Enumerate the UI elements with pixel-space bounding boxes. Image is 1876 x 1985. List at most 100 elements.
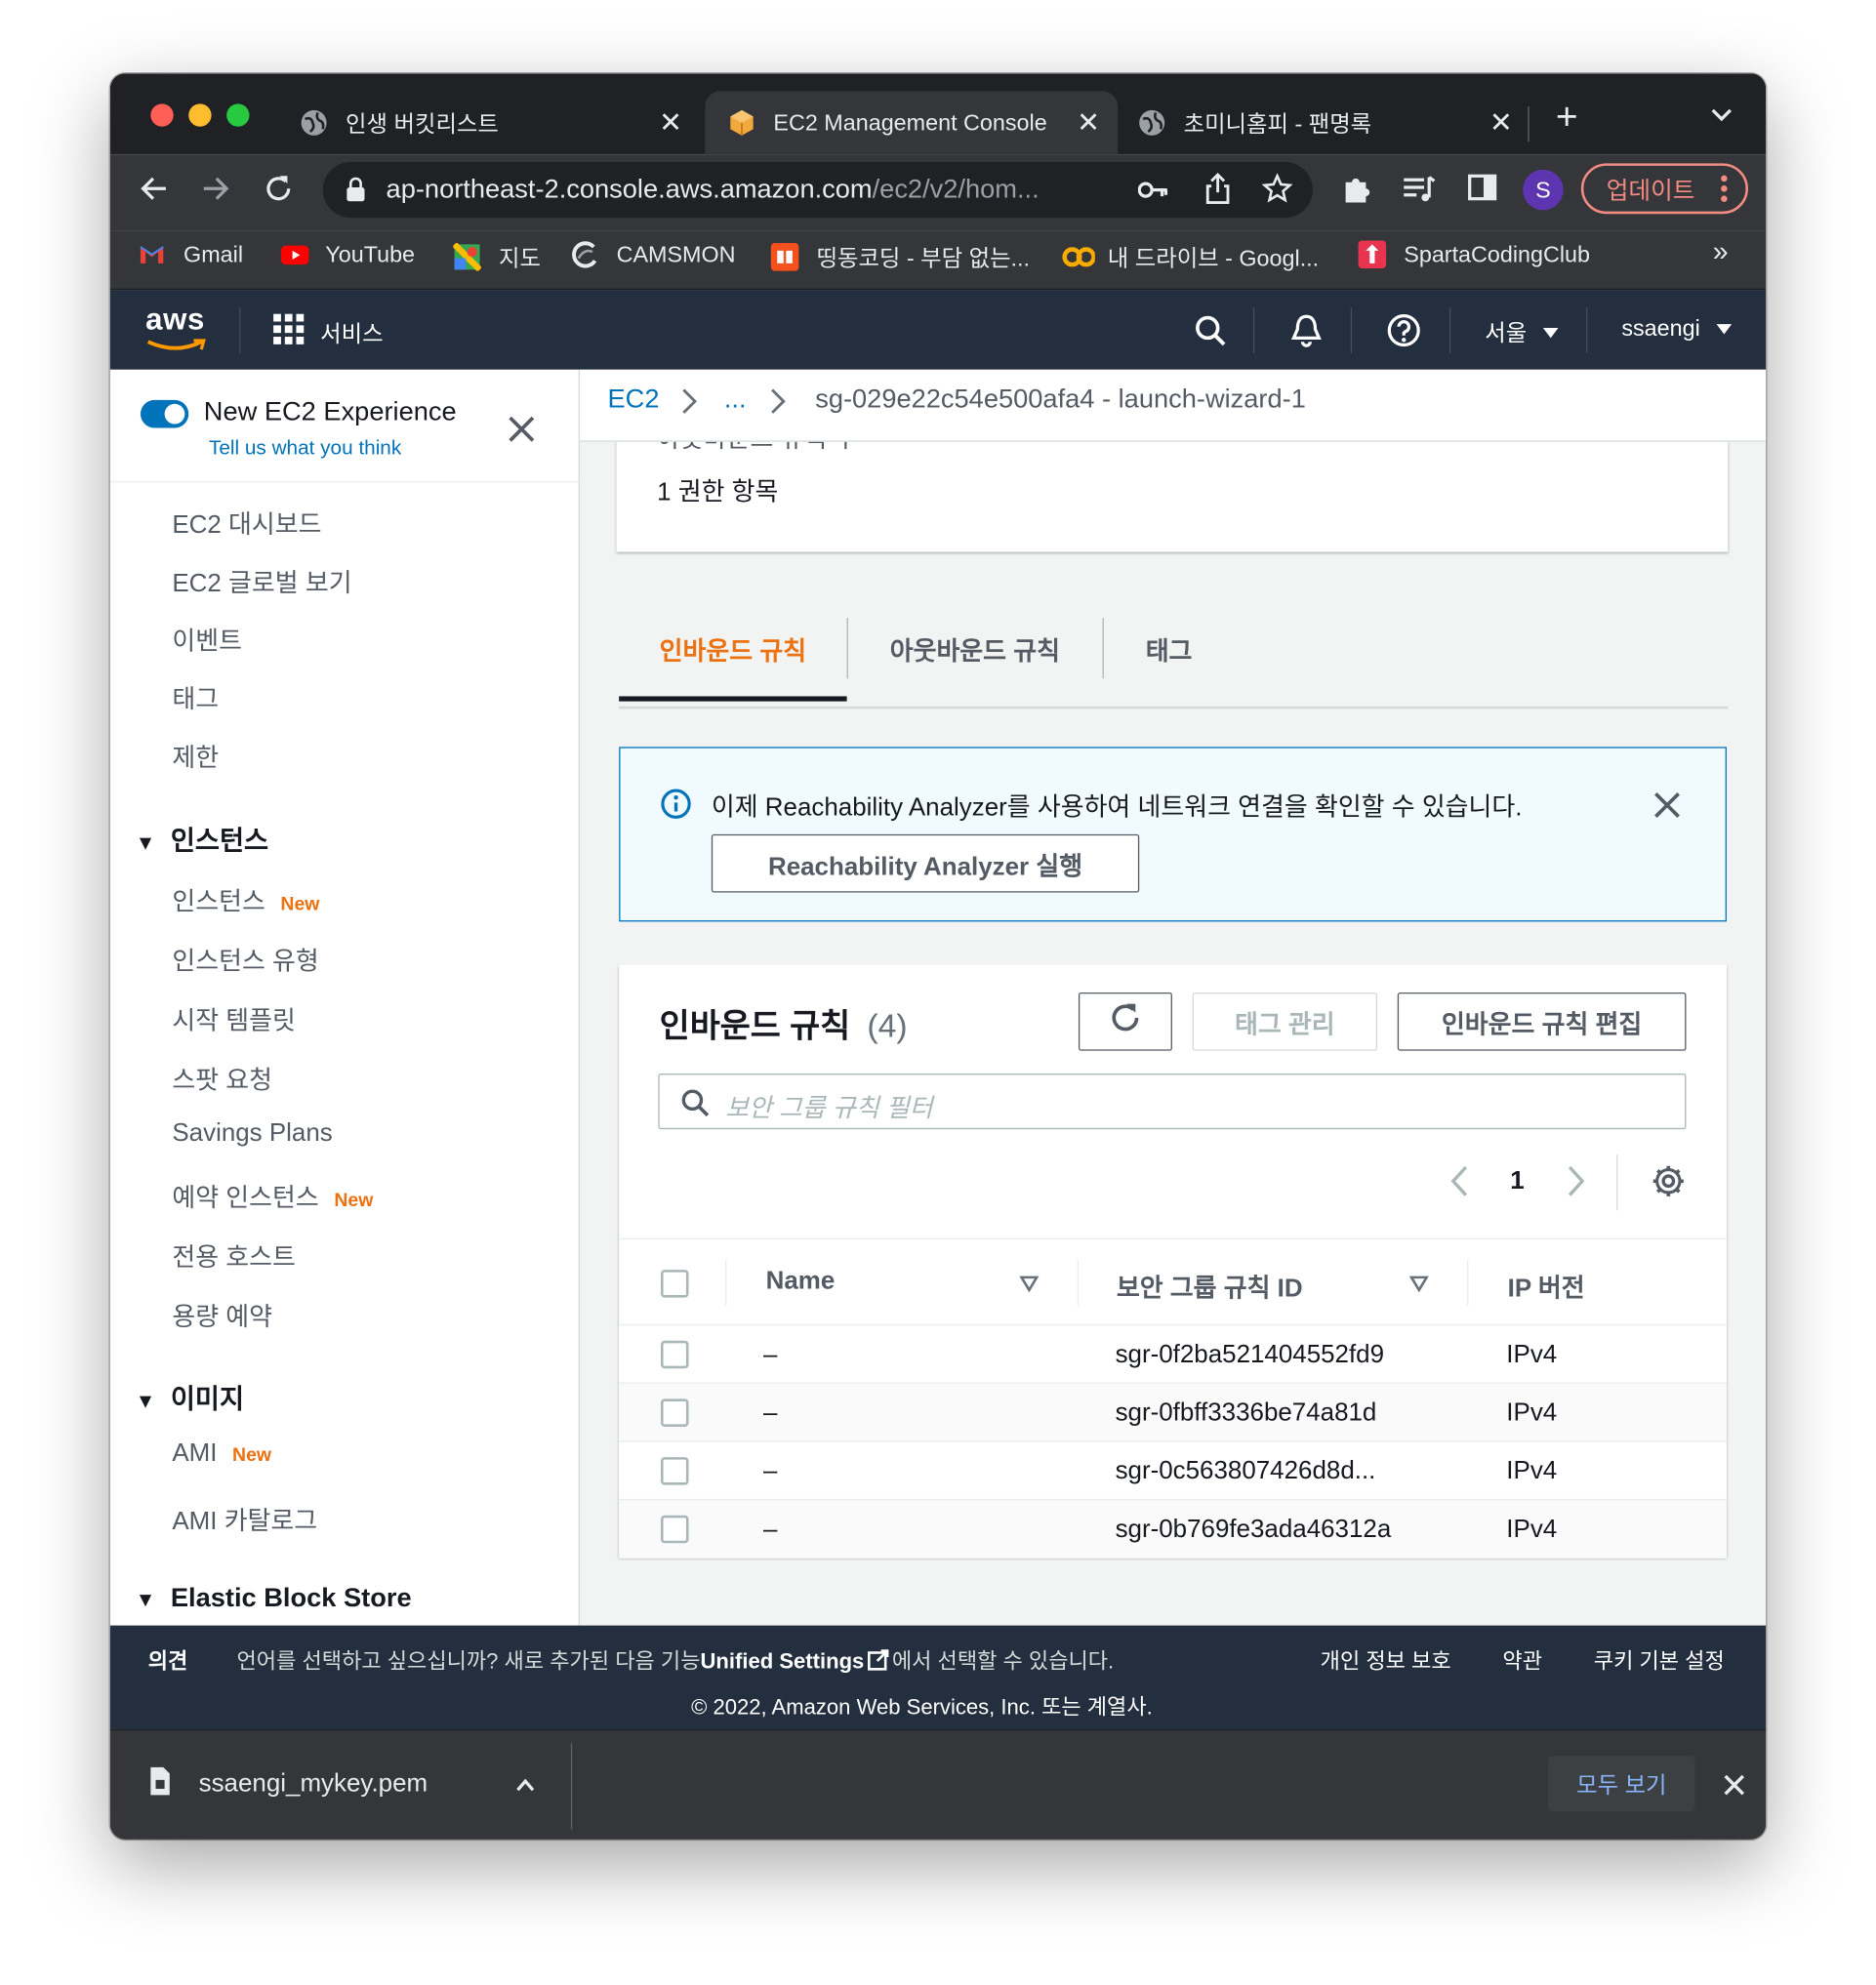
tab-mini-homepage[interactable]: 초미니홈피 - 팬명록 ✕ [1138, 91, 1530, 154]
tab-inbound-rules[interactable]: 인바운드 규칙 [660, 630, 806, 668]
sort-icon[interactable] [1408, 1275, 1429, 1299]
services-menu-button[interactable]: 서비스 [272, 312, 384, 351]
account-menu[interactable]: ssaengi [1621, 315, 1733, 342]
select-all-checkbox[interactable] [660, 1270, 689, 1298]
sidebar-item-spot-requests[interactable]: 스팟 요청 [172, 1060, 272, 1097]
aws-logo[interactable]: aws [143, 300, 209, 355]
search-icon[interactable] [1194, 314, 1227, 353]
tab-ec2-console[interactable]: EC2 Management Console ✕ [705, 91, 1119, 155]
column-header-name[interactable]: Name [766, 1267, 836, 1296]
lock-icon[interactable] [346, 177, 366, 209]
sidebar-item-ec2-dashboard[interactable]: EC2 대시보드 [172, 504, 321, 541]
extensions-puzzle-icon[interactable] [1340, 172, 1373, 213]
reading-list-icon[interactable] [1402, 172, 1437, 213]
sidebar-item-limits[interactable]: 제한 [172, 737, 219, 774]
new-tab-button[interactable]: + [1556, 99, 1578, 137]
back-arrow-icon[interactable] [138, 172, 171, 213]
rules-filter-input[interactable]: 보안 그룹 규칙 필터 [658, 1074, 1687, 1130]
close-icon[interactable] [1723, 1773, 1745, 1803]
table-row[interactable]: – sgr-0f2ba521404552fd9 IPv4 [619, 1323, 1727, 1384]
new-experience-label: New EC2 Experience [203, 397, 457, 427]
column-header-rule-id[interactable]: 보안 그룹 규칙 ID [1117, 1267, 1303, 1304]
sidebar-section-images[interactable]: ▼ 이미지 [136, 1379, 244, 1417]
breadcrumb-ellipsis-link[interactable]: ... [724, 385, 747, 415]
tab-tags[interactable]: 태그 [1146, 630, 1193, 668]
pagination-next-icon[interactable] [1566, 1164, 1586, 1203]
sidebar-item-savings-plans[interactable]: Savings Plans [172, 1119, 332, 1149]
pagination-current-page[interactable]: 1 [1510, 1167, 1524, 1196]
close-tab-icon[interactable]: ✕ [1489, 106, 1513, 140]
footer-cookie-preferences-link[interactable]: 쿠키 기본 설정 [1594, 1643, 1725, 1675]
key-icon[interactable] [1137, 178, 1168, 209]
sort-icon[interactable] [1019, 1275, 1040, 1299]
side-panel-icon[interactable] [1467, 172, 1497, 210]
sidebar-item-capacity-reservations[interactable]: 용량 예약 [172, 1296, 272, 1333]
region-selector[interactable]: 서울 [1485, 315, 1560, 348]
bookmark-gmail[interactable]: Gmail [138, 240, 243, 268]
forward-arrow-icon[interactable] [199, 172, 232, 213]
more-vert-icon[interactable] [1720, 174, 1728, 212]
row-checkbox[interactable] [660, 1515, 689, 1544]
minimize-window-button[interactable] [188, 103, 212, 127]
close-tab-icon[interactable]: ✕ [659, 106, 682, 140]
breadcrumb-ec2-link[interactable]: EC2 [608, 385, 660, 415]
new-experience-toggle[interactable] [140, 399, 189, 428]
table-row[interactable]: – sgr-0b769fe3ada46312a IPv4 [619, 1498, 1727, 1559]
close-window-button[interactable] [150, 103, 174, 127]
tab-search-chevron-icon[interactable] [1710, 106, 1733, 129]
refresh-button[interactable] [1078, 992, 1172, 1051]
sidebar-item-instance-types[interactable]: 인스턴스 유형 [172, 941, 318, 978]
tab-bucket-list[interactable]: 인생 버킷리스트 ✕ [300, 91, 700, 154]
column-header-ip-version[interactable]: IP 버전 [1508, 1267, 1585, 1304]
sidebar-section-ebs[interactable]: ▼ Elastic Block Store [136, 1584, 412, 1614]
row-checkbox[interactable] [660, 1457, 689, 1485]
close-icon[interactable] [508, 415, 536, 449]
address-bar[interactable]: ap-northeast-2.console.aws.amazon.com/ec… [322, 162, 1313, 219]
show-all-downloads-button[interactable]: 모두 보기 [1548, 1756, 1695, 1812]
chevron-up-icon[interactable] [515, 1776, 536, 1799]
feedback-link[interactable]: Tell us what you think [209, 438, 401, 461]
table-row[interactable]: – sgr-0c563807426d8d... IPv4 [619, 1440, 1727, 1501]
close-icon[interactable] [1653, 791, 1682, 826]
notifications-bell-icon[interactable] [1290, 312, 1324, 354]
bookmark-dingdong-coding[interactable]: 띵동코딩 - 부담 없는... [770, 240, 1030, 273]
sidebar-item-instances[interactable]: 인스턴스 New [172, 881, 319, 918]
footer-feedback-link[interactable]: 의견 [148, 1643, 188, 1675]
bookmark-youtube[interactable]: YouTube [280, 240, 415, 268]
sidebar-item-tags[interactable]: 태그 [172, 678, 219, 715]
url-text[interactable]: ap-northeast-2.console.aws.amazon.com/ec… [387, 175, 1040, 205]
bookmarks-overflow-button[interactable]: » [1713, 235, 1729, 268]
footer-privacy-link[interactable]: 개인 정보 보호 [1321, 1643, 1451, 1675]
sidebar-item-launch-templates[interactable]: 시작 템플릿 [172, 1000, 296, 1037]
sidebar-section-instances[interactable]: ▼ 인스턴스 [136, 821, 268, 859]
close-tab-icon[interactable]: ✕ [1077, 106, 1100, 140]
bookmark-sparta[interactable]: SpartaCodingClub [1358, 240, 1590, 269]
download-item[interactable]: ssaengi_mykey.pem [148, 1766, 428, 1803]
reload-icon[interactable] [262, 172, 295, 213]
footer-terms-link[interactable]: 약관 [1502, 1643, 1542, 1675]
sidebar-item-events[interactable]: 이벤트 [172, 621, 242, 658]
unified-settings-link[interactable]: Unified Settings [700, 1649, 864, 1674]
zoom-window-button[interactable] [226, 103, 250, 127]
bookmark-star-icon[interactable] [1261, 173, 1293, 211]
table-row[interactable]: – sgr-0fbff3336be74a81d IPv4 [619, 1382, 1727, 1442]
bookmark-maps[interactable]: 지도 [452, 240, 541, 273]
settings-gear-icon[interactable] [1651, 1163, 1686, 1205]
update-button[interactable]: 업데이트 [1580, 163, 1749, 215]
row-checkbox[interactable] [660, 1340, 689, 1369]
pagination-prev-icon[interactable] [1449, 1164, 1470, 1203]
sidebar-item-global-view[interactable]: EC2 글로벌 보기 [172, 562, 351, 599]
edit-inbound-rules-button[interactable]: 인바운드 규칙 편집 [1397, 992, 1687, 1051]
row-checkbox[interactable] [660, 1398, 689, 1427]
sidebar-item-ami[interactable]: AMI New [172, 1439, 271, 1469]
help-icon[interactable] [1386, 312, 1421, 354]
sidebar-item-ami-catalog[interactable]: AMI 카탈로그 [172, 1500, 317, 1537]
run-reachability-analyzer-button[interactable]: Reachability Analyzer 실행 [711, 833, 1140, 893]
sidebar-item-dedicated-hosts[interactable]: 전용 호스트 [172, 1236, 296, 1274]
tab-outbound-rules[interactable]: 아웃바운드 규칙 [890, 630, 1060, 668]
profile-avatar[interactable]: S [1523, 169, 1564, 211]
share-icon[interactable] [1203, 172, 1232, 211]
bookmark-camsmon[interactable]: CAMSMON [571, 240, 735, 268]
sidebar-item-reserved-instances[interactable]: 예약 인스턴스 New [172, 1177, 373, 1214]
bookmark-google-drive[interactable]: 내 드라이브 - Googl... [1062, 240, 1319, 273]
